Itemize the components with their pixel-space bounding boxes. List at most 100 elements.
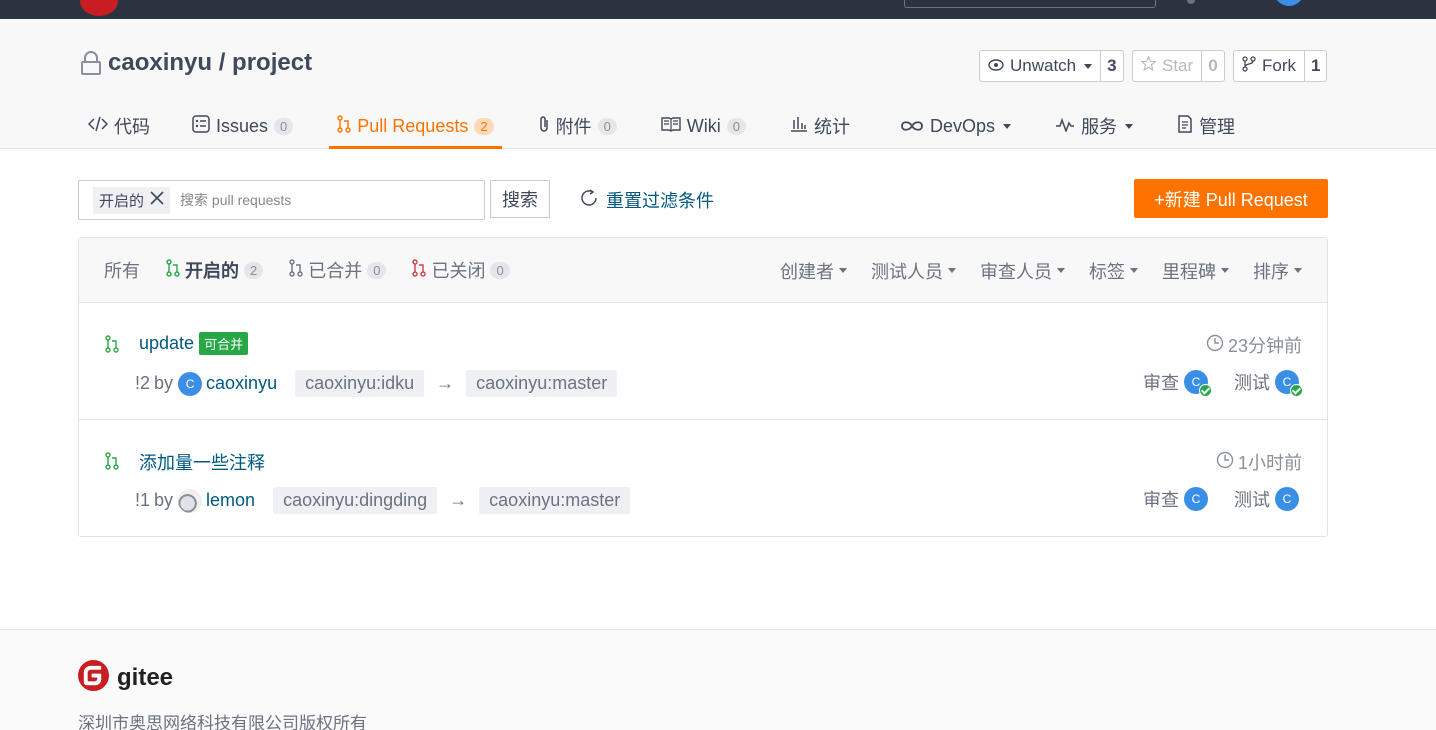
watch-count[interactable]: 3: [1100, 51, 1122, 81]
reviewer-avatar[interactable]: C: [1184, 487, 1208, 511]
footer-copyright: 深圳市奥思网络科技有限公司版权所有: [78, 714, 367, 730]
tab-code[interactable]: 代码: [80, 103, 158, 149]
global-search-input[interactable]: [904, 0, 1156, 8]
footer-brand[interactable]: gitee: [78, 660, 173, 696]
tab-pull-requests[interactable]: Pull Requests 2: [329, 103, 502, 149]
chevron-down-icon: [1057, 268, 1065, 273]
source-branch[interactable]: caoxinyu:dingding: [273, 487, 438, 514]
pr-meta: !2 by C caoxinyu caoxinyu:idku → caoxiny…: [135, 370, 618, 397]
author-link[interactable]: caoxinyu: [206, 373, 277, 394]
pull-request-closed-icon: [412, 258, 427, 282]
filter-label[interactable]: 标签: [1089, 258, 1138, 284]
lock-icon: [80, 51, 102, 75]
chevron-down-icon: [1130, 268, 1138, 273]
user-avatar[interactable]: [1274, 0, 1304, 6]
pr-title-link[interactable]: 添加量一些注释: [139, 449, 265, 475]
check-icon: [1199, 384, 1212, 397]
fork-button[interactable]: Fork 1: [1233, 50, 1328, 82]
clock-icon: [1216, 451, 1234, 474]
page-footer: gitee 深圳市奥思网络科技有限公司版权所有: [0, 629, 1436, 730]
check-icon: [1290, 384, 1303, 397]
arrow-right-icon: →: [436, 373, 455, 393]
repo-tabs: 代码 Issues 0 Pull Requests 2 附件 0 Wiki 0 …: [80, 103, 1243, 149]
author-avatar[interactable]: [178, 488, 203, 513]
search-button[interactable]: 搜索: [490, 180, 550, 218]
wiki-count: 0: [726, 117, 747, 135]
repo-header: caoxinyu / project Unwatch 3 Star 0 Fork…: [0, 19, 1436, 149]
tab-devops[interactable]: DevOps: [892, 103, 1019, 149]
chevron-down-icon: [1221, 268, 1229, 273]
tab-wiki[interactable]: Wiki 0: [653, 103, 754, 149]
tab-attachments[interactable]: 附件 0: [530, 103, 625, 149]
top-navbar: [0, 0, 1436, 19]
reset-filters-link[interactable]: 重置过滤条件: [580, 187, 714, 213]
target-branch[interactable]: caoxinyu:master: [479, 487, 631, 514]
author-link[interactable]: lemon: [206, 490, 255, 511]
pr-row: update 可合并 !2 by C caoxinyu caoxinyu:idk…: [79, 303, 1327, 420]
chevron-down-icon: [839, 268, 847, 273]
chevron-down-icon: [1294, 268, 1302, 273]
pull-request-open-icon: [166, 258, 180, 282]
pull-request-list: 所有 开启的 2 已合并 0 已关闭 0 创建者 测试人员 审查人员 标签 里程…: [78, 237, 1328, 537]
reviewer-avatar[interactable]: C: [1184, 370, 1212, 397]
reviewer-group: 审查 C: [1143, 486, 1208, 512]
star-count[interactable]: 0: [1201, 51, 1223, 81]
arrow-right-icon: →: [449, 490, 468, 510]
state-closed[interactable]: 已关闭 0: [412, 257, 510, 283]
author-avatar[interactable]: C: [178, 371, 203, 396]
issues-icon: [192, 114, 210, 138]
filter-chip[interactable]: 开启的: [93, 186, 171, 214]
gitee-logo[interactable]: [80, 0, 118, 16]
target-branch[interactable]: caoxinyu:master: [466, 370, 618, 397]
state-all[interactable]: 所有: [104, 257, 140, 283]
chevron-down-icon: [948, 268, 956, 273]
pr-list-header: 所有 开启的 2 已合并 0 已关闭 0 创建者 测试人员 审查人员 标签 里程…: [79, 238, 1327, 303]
pr-filter-dropdowns: 创建者 测试人员 审查人员 标签 里程碑 排序: [780, 238, 1302, 303]
mergeable-badge: 可合并: [199, 332, 249, 355]
state-open[interactable]: 开启的 2: [166, 257, 264, 283]
tab-statistics[interactable]: 统计: [782, 103, 858, 149]
repo-title: caoxinyu / project: [80, 49, 312, 77]
pr-search-input[interactable]: [180, 192, 441, 208]
pr-title-link[interactable]: update: [139, 333, 194, 354]
tab-issues[interactable]: Issues 0: [184, 103, 301, 149]
eye-icon: [988, 56, 1004, 76]
refresh-icon: [580, 188, 600, 213]
chevron-down-icon: [1003, 123, 1012, 129]
repo-name[interactable]: caoxinyu / project: [108, 49, 312, 77]
chevron-down-icon: [1125, 123, 1134, 129]
attachments-count: 0: [597, 117, 617, 135]
tester-avatar[interactable]: C: [1275, 370, 1303, 397]
fork-count[interactable]: 1: [1304, 51, 1326, 81]
fork-icon: [1242, 55, 1256, 77]
pull-request-icon: [337, 114, 351, 138]
tester-group: 测试 C: [1234, 369, 1303, 397]
clock-icon: [1206, 334, 1224, 357]
filter-reviewer[interactable]: 审查人员: [980, 258, 1065, 284]
filter-tester[interactable]: 测试人员: [871, 258, 956, 284]
document-icon: [1177, 114, 1193, 138]
pr-filter-box: 开启的: [78, 180, 485, 220]
pull-request-open-icon: [105, 452, 119, 475]
tester-avatar[interactable]: C: [1275, 487, 1299, 511]
filter-milestone[interactable]: 里程碑: [1162, 258, 1229, 284]
filter-sort[interactable]: 排序: [1253, 258, 1302, 284]
state-merged[interactable]: 已合并 0: [289, 257, 387, 283]
notification-icon[interactable]: [1187, 0, 1195, 4]
tab-manage[interactable]: 管理: [1169, 103, 1243, 149]
watch-button[interactable]: Unwatch 3: [979, 50, 1124, 82]
pr-time: 23分钟前: [1206, 332, 1302, 358]
source-branch[interactable]: caoxinyu:idku: [295, 370, 425, 397]
paperclip-icon: [538, 115, 550, 138]
star-button[interactable]: Star 0: [1132, 50, 1225, 82]
tester-group: 测试 C: [1234, 486, 1299, 512]
tab-services[interactable]: 服务: [1047, 103, 1141, 149]
closed-count: 0: [490, 261, 510, 279]
star-icon: [1140, 55, 1157, 76]
infinity-icon: [900, 116, 924, 137]
filter-author[interactable]: 创建者: [780, 258, 847, 284]
pull-request-merged-icon: [289, 258, 303, 282]
new-pull-request-button[interactable]: +新建 Pull Request: [1134, 179, 1328, 218]
close-icon[interactable]: [150, 191, 164, 209]
pr-row: 添加量一些注释 !1 by lemon caoxinyu:dingding → …: [79, 420, 1327, 537]
